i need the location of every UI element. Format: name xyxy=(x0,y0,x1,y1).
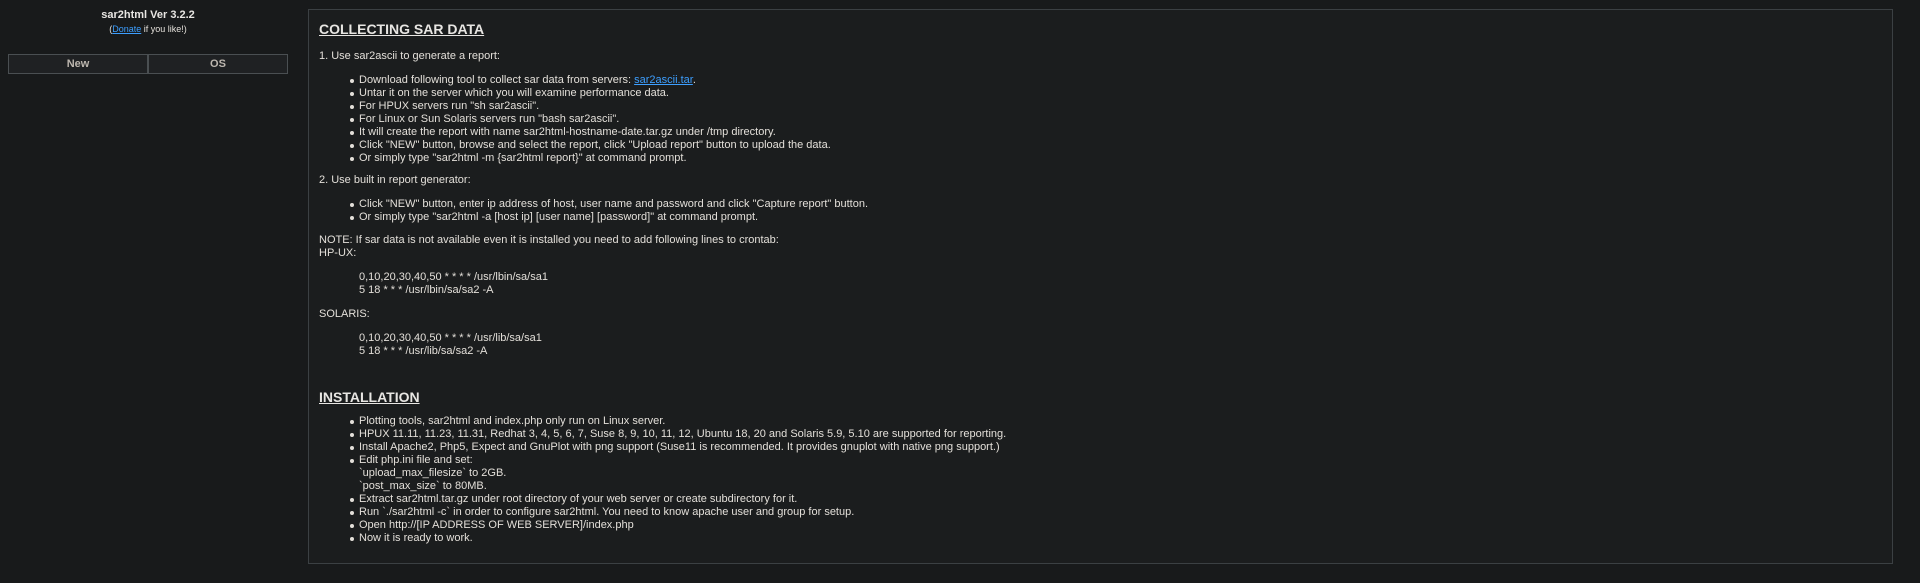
list-item: Open http://[IP ADDRESS OF WEB SERVER]/i… xyxy=(350,519,634,531)
app-title: sar2html Ver 3.2.2 xyxy=(101,9,195,21)
sar2ascii-link[interactable]: sar2ascii.tar xyxy=(634,74,693,86)
new-button[interactable]: New xyxy=(8,54,148,74)
list-item: Untar it on the server which you will ex… xyxy=(350,87,669,99)
list-item: Click "NEW" button, browse and select th… xyxy=(350,139,831,151)
download-suffix: . xyxy=(692,74,696,86)
list-item: For HPUX servers run "sh sar2ascii". xyxy=(349,100,540,112)
sidebar: sar2html Ver 3.2.2 (Donate if you like!)… xyxy=(8,9,288,74)
list-item: Download following tool to collect sar d… xyxy=(350,74,696,87)
list-item: For Linux or Sun Solaris servers run "ba… xyxy=(349,113,620,125)
list-item: HPUX 11.11, 11.23, 11.31, Redhat 3, 4, 5… xyxy=(349,428,1007,440)
list-item: Or simply type "sar2html -m {sar2html re… xyxy=(350,152,687,164)
main-content-panel: COLLECTING SAR DATA 1. Use sar2ascii to … xyxy=(308,9,1893,564)
hpux-cron-line: 5 18 * * * /usr/lbin/sa/sa2 -A xyxy=(359,284,494,296)
donate-link[interactable]: Donate xyxy=(112,24,141,34)
list-item: Click "NEW" button, enter ip address of … xyxy=(349,198,869,210)
donate-line: (Donate if you like!) xyxy=(8,23,288,35)
list-item: Run `./sar2html -c` in order to configur… xyxy=(349,506,855,518)
os-button[interactable]: OS xyxy=(148,54,288,74)
installation-heading: INSTALLATION xyxy=(319,389,420,405)
solaris-label: SOLARIS: xyxy=(319,308,370,320)
download-text: Download following tool to collect sar d… xyxy=(359,74,635,86)
list-item: Plotting tools, sar2html and index.php o… xyxy=(349,415,666,427)
crontab-note: NOTE: If sar data is not available even … xyxy=(319,234,779,246)
hpux-cron-line: 0,10,20,30,40,50 * * * * /usr/lbin/sa/sa… xyxy=(359,271,548,283)
step2-text: 2. Use built in report generator: xyxy=(319,174,471,186)
list-item: Now it is ready to work. xyxy=(350,532,473,544)
list-item: It will create the report with name sar2… xyxy=(350,126,776,138)
donate-suffix: if you like!) xyxy=(141,24,187,34)
step1-text: 1. Use sar2ascii to generate a report: xyxy=(319,50,500,62)
list-item: Install Apache2, Php5, Expect and GnuPlo… xyxy=(350,441,1000,453)
list-item: Edit php.ini file and set: xyxy=(350,454,473,466)
list-item: Extract sar2html.tar.gz under root direc… xyxy=(349,493,798,505)
hpux-label: HP-UX: xyxy=(319,247,357,259)
solaris-cron-line: 0,10,20,30,40,50 * * * * /usr/lib/sa/sa1 xyxy=(359,332,542,344)
list-subitem: `post_max_size` to 80MB. xyxy=(359,480,487,492)
collecting-heading: COLLECTING SAR DATA xyxy=(319,21,485,37)
list-subitem: `upload_max_filesize` to 2GB. xyxy=(359,467,507,479)
list-item: Or simply type "sar2html -a [host ip] [u… xyxy=(349,211,759,223)
solaris-cron-line: 5 18 * * * /usr/lib/sa/sa2 -A xyxy=(359,345,488,357)
sidebar-button-row: New OS xyxy=(8,54,288,74)
